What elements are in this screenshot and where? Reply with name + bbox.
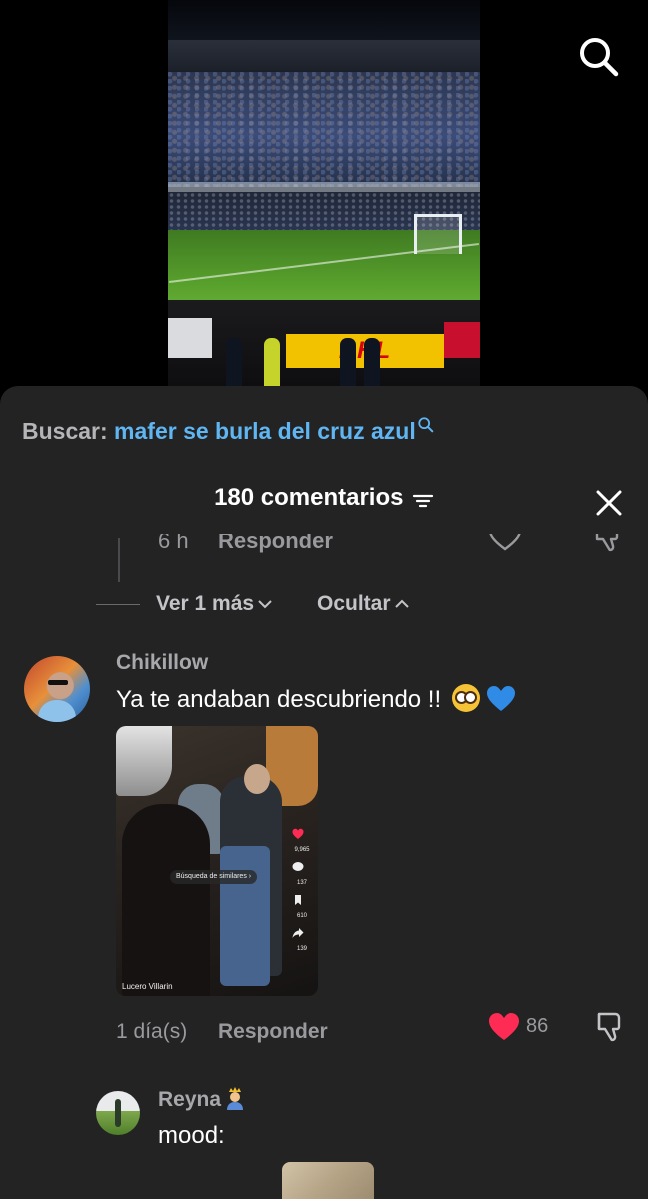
heart-outline-icon[interactable]	[488, 534, 522, 552]
similar-search-chip: Búsqueda de similares ›	[170, 870, 258, 884]
sort-icon[interactable]	[412, 492, 434, 510]
thumbnail-figure	[220, 846, 270, 986]
thread-line	[118, 538, 120, 582]
search-suggestion-query[interactable]: mafer se burla del cruz azul	[114, 418, 416, 444]
search-icon	[418, 417, 434, 433]
chevron-down-icon	[258, 600, 272, 609]
close-icon[interactable]	[594, 488, 624, 518]
comment-username[interactable]: Chikillow	[116, 651, 208, 675]
comments-count: 180 comentarios	[214, 484, 404, 511]
thumbnail-action-column: 9,965 137 610 139	[292, 828, 312, 960]
video-figure	[340, 338, 356, 388]
divider	[96, 604, 140, 605]
heart-filled-icon[interactable]	[488, 1012, 520, 1042]
share-icon	[292, 928, 304, 938]
comment-text: mood:	[158, 1122, 225, 1149]
blue-heart-emoji	[487, 686, 516, 711]
thumbnail-saves: 610	[296, 913, 307, 919]
thumbnail-likes: 9,965	[294, 847, 310, 853]
like-count: 86	[526, 1015, 549, 1037]
comment-text-body: Ya te andaban descubriendo !!	[116, 686, 442, 713]
search-suggestion-prefix: Buscar:	[22, 418, 108, 444]
video-figure	[264, 338, 280, 388]
video-reply-thumbnail[interactable]: Búsqueda de similares › 9,965 137 610 13…	[116, 726, 318, 996]
thumbnail-shares: 139	[296, 946, 307, 952]
reply-button[interactable]: Responder	[218, 1020, 328, 1044]
video-figure	[226, 338, 242, 388]
video-goal	[414, 214, 462, 254]
thumbnail-figure	[122, 804, 210, 996]
comments-sheet: Buscar: mafer se burla del cruz azul 180…	[0, 386, 648, 1199]
video-stadium-roof	[168, 40, 480, 76]
clipped-reply-actions: 6 h Responder	[0, 534, 648, 558]
hide-replies-button[interactable]: Ocultar	[317, 592, 410, 616]
video-red-board	[444, 322, 480, 358]
hide-label: Ocultar	[317, 592, 391, 615]
search-button[interactable]	[574, 32, 622, 80]
search-suggestion[interactable]: Buscar: mafer se burla del cruz azul	[22, 417, 435, 445]
comment-timestamp: 1 día(s)	[116, 1020, 188, 1043]
comment-image[interactable]	[282, 1162, 374, 1199]
comments-header: 180 comentarios	[0, 484, 648, 512]
comment-username[interactable]: Reyna	[158, 1086, 247, 1112]
comment-username-text: Reyna	[158, 1088, 222, 1111]
avatar[interactable]	[96, 1091, 140, 1135]
flushed-face-emoji	[451, 684, 480, 712]
video-crowd-upper	[168, 72, 480, 187]
avatar[interactable]	[24, 656, 90, 722]
video-stadium-ring	[168, 182, 480, 192]
comment-icon	[292, 862, 304, 871]
video-player[interactable]: DHL	[168, 0, 480, 400]
dislike-icon[interactable]	[592, 1010, 626, 1044]
view-more-replies-button[interactable]: Ver 1 más	[156, 592, 273, 616]
thumbnail-figure	[244, 764, 270, 794]
video-figure	[364, 338, 380, 388]
search-icon	[580, 38, 619, 77]
reply-button[interactable]: Responder	[218, 534, 333, 554]
bookmark-icon	[295, 895, 301, 905]
dislike-icon[interactable]	[590, 534, 624, 554]
heart-icon	[292, 828, 304, 839]
thumbnail-comments: 137	[296, 880, 307, 886]
chevron-up-icon	[394, 600, 409, 609]
reply-timestamp: 6 h	[158, 534, 189, 553]
thumbnail-figure	[116, 726, 172, 796]
video-white-board	[168, 318, 212, 358]
person-with-crown-emoji	[227, 1087, 244, 1110]
replies-controls: Ver 1 más Ocultar	[0, 592, 648, 622]
view-more-label: Ver 1 más	[156, 592, 255, 615]
comment-text: Ya te andaban descubriendo !!	[116, 684, 516, 714]
thumbnail-author: Lucero Villarin	[122, 982, 173, 991]
